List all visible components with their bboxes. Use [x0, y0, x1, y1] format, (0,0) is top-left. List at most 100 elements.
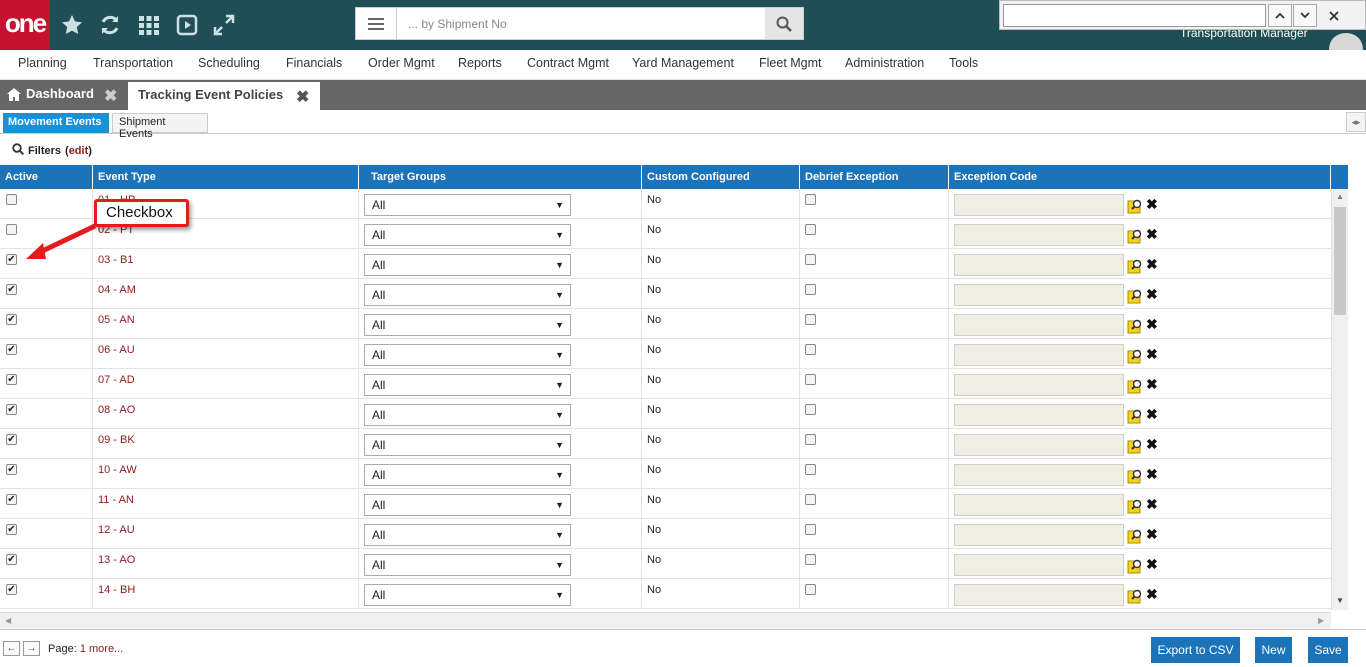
- find-input[interactable]: [1003, 4, 1266, 27]
- debrief-exception-checkbox[interactable]: [805, 224, 816, 235]
- event-type-link[interactable]: 09 - BK: [98, 434, 135, 446]
- event-type-link[interactable]: 07 - AD: [98, 374, 135, 386]
- debrief-exception-checkbox[interactable]: [805, 584, 816, 595]
- target-groups-select[interactable]: All ▼: [364, 404, 571, 426]
- debrief-exception-checkbox[interactable]: [805, 194, 816, 205]
- exception-code-input[interactable]: [954, 314, 1124, 336]
- event-type-link[interactable]: 08 - AO: [98, 404, 135, 416]
- event-type-link[interactable]: 12 - AU: [98, 524, 135, 536]
- exception-code-input[interactable]: [954, 404, 1124, 426]
- new-button[interactable]: New: [1255, 637, 1292, 663]
- lookup-icon[interactable]: [1127, 558, 1143, 574]
- exception-code-input[interactable]: [954, 284, 1124, 306]
- debrief-exception-checkbox[interactable]: [805, 254, 816, 265]
- page-number[interactable]: 1: [80, 643, 86, 655]
- active-checkbox[interactable]: [6, 224, 17, 235]
- debrief-exception-checkbox[interactable]: [805, 314, 816, 325]
- expand-icon[interactable]: [212, 13, 236, 37]
- tab-scroll-arrows-icon[interactable]: ◂▸: [1346, 112, 1366, 132]
- active-checkbox[interactable]: [6, 194, 17, 205]
- debrief-exception-checkbox[interactable]: [805, 554, 816, 565]
- scroll-down-icon[interactable]: ▼: [1336, 596, 1344, 605]
- header-debrief-exception[interactable]: Debrief Exception: [800, 165, 949, 189]
- clear-icon[interactable]: ✖: [1146, 527, 1160, 541]
- lookup-icon[interactable]: [1127, 258, 1143, 274]
- hamburger-icon[interactable]: [356, 8, 397, 39]
- lookup-icon[interactable]: [1127, 378, 1143, 394]
- clear-icon[interactable]: ✖: [1146, 257, 1160, 271]
- clear-icon[interactable]: ✖: [1146, 557, 1160, 571]
- active-checkbox[interactable]: ✔: [6, 434, 17, 445]
- clear-icon[interactable]: ✖: [1146, 467, 1160, 481]
- exception-code-input[interactable]: [954, 584, 1124, 606]
- menu-tools[interactable]: Tools: [949, 56, 978, 70]
- menu-planning[interactable]: Planning: [18, 56, 67, 70]
- target-groups-select[interactable]: All ▼: [364, 374, 571, 396]
- lookup-icon[interactable]: [1127, 498, 1143, 514]
- clear-icon[interactable]: ✖: [1146, 287, 1160, 301]
- more-pages-link[interactable]: more...: [89, 643, 123, 655]
- app-logo[interactable]: one: [0, 0, 50, 50]
- horizontal-scrollbar[interactable]: ◀ ▶: [0, 612, 1331, 629]
- header-exception-code[interactable]: Exception Code: [949, 165, 1331, 189]
- debrief-exception-checkbox[interactable]: [805, 404, 816, 415]
- next-page-icon[interactable]: →: [23, 641, 40, 656]
- prev-page-icon[interactable]: ←: [3, 641, 20, 656]
- lookup-icon[interactable]: [1127, 348, 1143, 364]
- active-checkbox[interactable]: ✔: [6, 284, 17, 295]
- lookup-icon[interactable]: [1127, 588, 1143, 604]
- target-groups-select[interactable]: All ▼: [364, 434, 571, 456]
- debrief-exception-checkbox[interactable]: [805, 464, 816, 475]
- exception-code-input[interactable]: [954, 224, 1124, 246]
- target-groups-select[interactable]: All ▼: [364, 464, 571, 486]
- target-groups-select[interactable]: All ▼: [364, 584, 571, 606]
- menu-administration[interactable]: Administration: [845, 56, 924, 70]
- exception-code-input[interactable]: [954, 464, 1124, 486]
- clear-icon[interactable]: ✖: [1146, 587, 1160, 601]
- target-groups-select[interactable]: All ▼: [364, 194, 571, 216]
- target-groups-select[interactable]: All ▼: [364, 554, 571, 576]
- vertical-scrollbar[interactable]: ▲ ▼: [1331, 189, 1348, 610]
- apps-grid-icon[interactable]: [137, 13, 161, 37]
- exception-code-input[interactable]: [954, 374, 1124, 396]
- event-type-link[interactable]: 03 - B1: [98, 254, 133, 266]
- clear-icon[interactable]: ✖: [1146, 347, 1160, 361]
- active-checkbox[interactable]: ✔: [6, 554, 17, 565]
- debrief-exception-checkbox[interactable]: [805, 434, 816, 445]
- header-active[interactable]: Active: [0, 165, 93, 189]
- menu-transportation[interactable]: Transportation: [93, 56, 173, 70]
- clear-icon[interactable]: ✖: [1146, 407, 1160, 421]
- menu-reports[interactable]: Reports: [458, 56, 502, 70]
- find-next-button[interactable]: [1293, 4, 1317, 27]
- lookup-icon[interactable]: [1127, 198, 1143, 214]
- target-groups-select[interactable]: All ▼: [364, 224, 571, 246]
- exception-code-input[interactable]: [954, 434, 1124, 456]
- target-groups-select[interactable]: All ▼: [364, 284, 571, 306]
- lookup-icon[interactable]: [1127, 438, 1143, 454]
- menu-scheduling[interactable]: Scheduling: [198, 56, 260, 70]
- event-type-link[interactable]: 10 - AW: [98, 464, 137, 476]
- clear-icon[interactable]: ✖: [1146, 317, 1160, 331]
- target-groups-select[interactable]: All ▼: [364, 344, 571, 366]
- refresh-icon[interactable]: [98, 13, 122, 37]
- clear-icon[interactable]: ✖: [1146, 227, 1160, 241]
- menu-financials[interactable]: Financials: [286, 56, 342, 70]
- save-button[interactable]: Save: [1308, 637, 1348, 663]
- exception-code-input[interactable]: [954, 344, 1124, 366]
- scrollbar-thumb[interactable]: [1334, 207, 1346, 315]
- event-type-link[interactable]: 14 - BH: [98, 584, 135, 596]
- tab-active-close-icon[interactable]: ✖: [296, 87, 309, 107]
- clear-icon[interactable]: ✖: [1146, 377, 1160, 391]
- event-type-link[interactable]: 05 - AN: [98, 314, 135, 326]
- event-type-link[interactable]: 04 - AM: [98, 284, 136, 296]
- event-type-link[interactable]: 11 - AN: [98, 494, 134, 506]
- exception-code-input[interactable]: [954, 554, 1124, 576]
- tab-dashboard[interactable]: Dashboard ✖: [0, 80, 127, 110]
- clear-icon[interactable]: ✖: [1146, 437, 1160, 451]
- debrief-exception-checkbox[interactable]: [805, 344, 816, 355]
- target-groups-select[interactable]: All ▼: [364, 494, 571, 516]
- lookup-icon[interactable]: [1127, 288, 1143, 304]
- active-checkbox[interactable]: ✔: [6, 464, 17, 475]
- debrief-exception-checkbox[interactable]: [805, 524, 816, 535]
- export-csv-button[interactable]: Export to CSV: [1151, 637, 1240, 663]
